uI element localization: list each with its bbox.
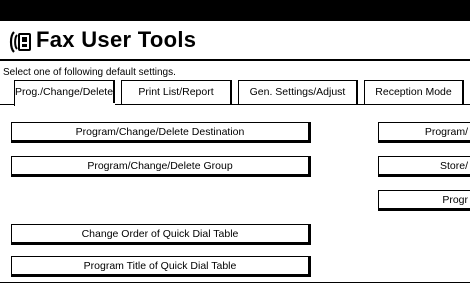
program-change-delete-destination-button[interactable]: Program/Change/Delete Destination bbox=[11, 122, 311, 143]
active-tab-gap bbox=[15, 103, 115, 106]
top-status-bar bbox=[0, 0, 470, 21]
program-change-delete-group-button[interactable]: Program/Change/Delete Group bbox=[11, 156, 311, 177]
tab-gen-settings-adjust[interactable]: Gen. Settings/Adjust bbox=[238, 80, 358, 104]
right-program-button[interactable]: Program/ bbox=[378, 122, 470, 143]
fax-user-tools-icon bbox=[9, 31, 31, 53]
tab-print-list-report[interactable]: Print List/Report bbox=[121, 80, 232, 104]
right-store-button[interactable]: Store/ bbox=[378, 156, 470, 177]
tab-reception-mode[interactable]: Reception Mode bbox=[364, 80, 464, 104]
right-progr-button[interactable]: Progr bbox=[378, 190, 470, 211]
tab-bar: Prog./Change/Delete Print List/Report Ge… bbox=[14, 80, 470, 106]
page-title: Fax User Tools bbox=[36, 27, 197, 52]
title-bar: Fax User Tools bbox=[0, 21, 470, 61]
change-order-quick-dial-table-button[interactable]: Change Order of Quick Dial Table bbox=[11, 224, 311, 245]
instruction-text: Select one of following default settings… bbox=[3, 67, 176, 78]
program-title-quick-dial-table-button[interactable]: Program Title of Quick Dial Table bbox=[11, 256, 311, 277]
